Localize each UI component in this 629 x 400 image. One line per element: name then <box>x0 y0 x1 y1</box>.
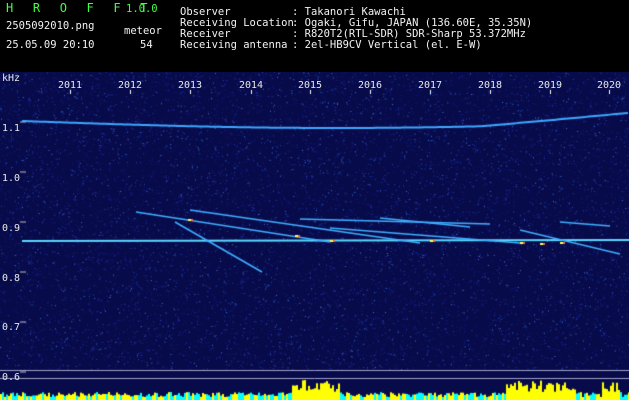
x-tick-label: 2015 <box>298 80 323 91</box>
y-tick-label: 0.7 <box>2 322 21 333</box>
x-tick-label: 2018 <box>478 80 503 91</box>
x-tick-label: 2019 <box>538 80 563 91</box>
meteor-label: meteor <box>124 25 162 37</box>
x-tick-label: 2012 <box>118 80 143 91</box>
app-version: 1.0.0 <box>126 3 158 15</box>
header-panel: H R O F F T 1.0.0 2505092010.png meteor … <box>0 0 629 72</box>
y-tick-label: 1.0 <box>2 173 21 184</box>
x-tick-label: 2016 <box>358 80 383 91</box>
antenna-value: : 2el-HB9CV Vertical (el. E-W) <box>292 39 482 51</box>
y-tick-label: 0.8 <box>2 273 21 284</box>
x-tick-label: 2013 <box>178 80 203 91</box>
y-tick-label: 0.6 <box>2 372 21 383</box>
x-tick-label: 2014 <box>239 80 264 91</box>
y-tick-label: 0.9 <box>2 223 21 234</box>
meteor-count: 54 <box>140 39 153 51</box>
antenna-label: Receiving antenna <box>180 39 288 51</box>
y-unit-label: kHz <box>2 73 21 84</box>
datetime: 25.05.09 20:10 <box>6 39 95 51</box>
x-tick-label: 2017 <box>418 80 443 91</box>
x-tick-label: 2011 <box>58 80 83 91</box>
spectrogram <box>0 72 629 400</box>
x-tick-label: 2020 <box>597 80 622 91</box>
y-tick-label: 1.1 <box>2 123 21 134</box>
file-name: 2505092010.png <box>6 20 95 32</box>
